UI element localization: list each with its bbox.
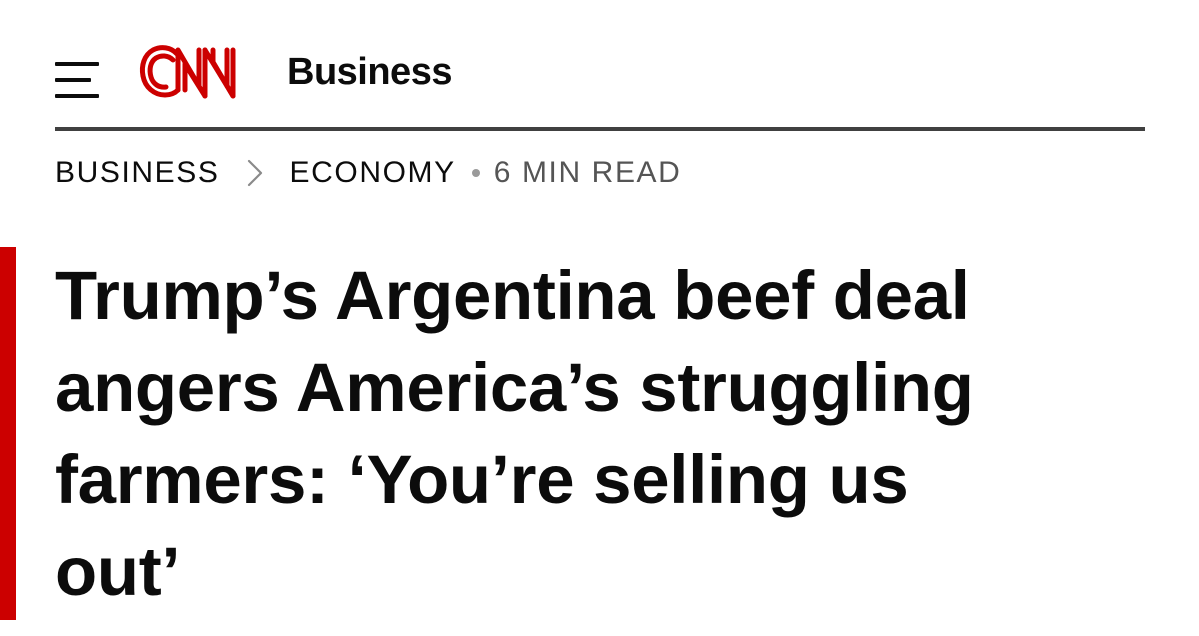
header-divider <box>55 127 1145 131</box>
chevron-right-icon <box>247 159 262 187</box>
headline-line: angers America’s struggling <box>55 349 974 426</box>
breadcrumb: BUSINESS ECONOMY 6 MIN READ <box>55 155 681 191</box>
hamburger-menu-icon[interactable] <box>55 54 99 98</box>
read-time: 6 MIN READ <box>493 156 682 189</box>
headline-accent-bar <box>0 247 16 620</box>
headline-line: Trump’s Argentina beef deal <box>55 257 970 334</box>
headline: Trump’s Argentina beef deal angers Ameri… <box>55 250 1165 618</box>
breadcrumb-economy[interactable]: ECONOMY <box>290 156 456 190</box>
separator-dot <box>471 169 480 177</box>
headline-line: farmers: ‘You’re selling us <box>55 441 909 518</box>
article-page: Business BUSINESS ECONOMY 6 MIN READ Tru… <box>0 0 1199 636</box>
headline-line: out’ <box>55 533 181 610</box>
cnn-logo[interactable] <box>137 40 265 104</box>
section-title[interactable]: Business <box>287 51 452 94</box>
site-header: Business <box>55 30 452 114</box>
breadcrumb-business[interactable]: BUSINESS <box>55 156 220 190</box>
